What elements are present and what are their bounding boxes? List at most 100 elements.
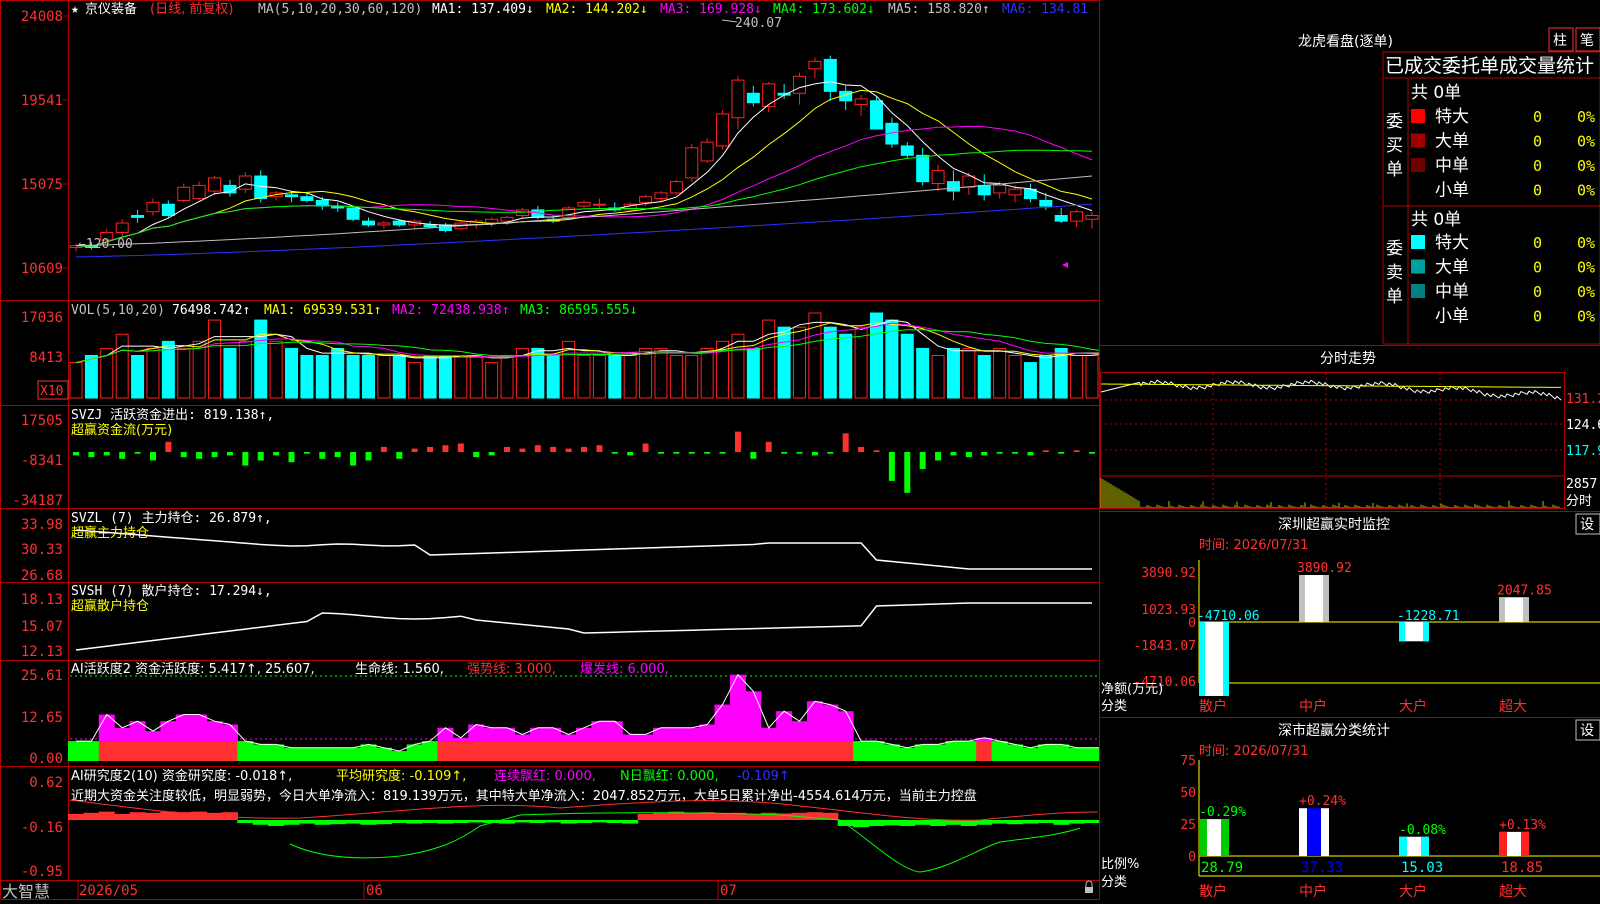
classify-category: 大户 bbox=[1399, 883, 1427, 900]
classify-bar-edge bbox=[1399, 837, 1407, 856]
activity-bar bbox=[314, 748, 330, 761]
flow-bar bbox=[489, 452, 495, 455]
monitor-bar-edge bbox=[1423, 622, 1429, 641]
flow-bar bbox=[289, 452, 295, 462]
monitor-bar-edge bbox=[1323, 575, 1329, 622]
research-bar bbox=[1084, 820, 1100, 823]
flow-bar bbox=[150, 452, 156, 461]
vol-params: VOL(5,10,20) bbox=[71, 303, 165, 318]
flow-bar bbox=[196, 452, 202, 459]
activity-bar bbox=[622, 734, 638, 741]
ai-header: AI活跃度2 资金活跃度: 5.417↑, 25.607, 生命线: 1.560… bbox=[71, 661, 669, 677]
activity-bar bbox=[345, 748, 361, 761]
activity-bar bbox=[668, 741, 684, 761]
research-bar bbox=[299, 820, 315, 824]
research-bar bbox=[622, 820, 638, 824]
vol-tick: 2857 bbox=[1566, 477, 1597, 492]
axis-tick: 0 bbox=[1188, 616, 1196, 631]
candle-body bbox=[994, 185, 1006, 193]
candle-body bbox=[640, 197, 652, 203]
activity-bar bbox=[761, 741, 777, 761]
candle-body bbox=[855, 99, 867, 105]
btn-column-label[interactable]: 柱 bbox=[1553, 33, 1567, 49]
activity-bar bbox=[130, 741, 146, 761]
ai-strong: 强势线: 3.000, bbox=[467, 661, 556, 677]
candle-body bbox=[162, 204, 174, 215]
research-bar bbox=[237, 820, 253, 823]
activity-bar bbox=[715, 741, 731, 761]
sell-row-name: 特大 bbox=[1435, 233, 1469, 253]
volume-bar bbox=[855, 327, 867, 398]
flow-bar bbox=[812, 452, 818, 455]
research-bar bbox=[330, 820, 346, 824]
flow-bar bbox=[550, 447, 556, 452]
activity-bar bbox=[299, 748, 315, 761]
ma-lines bbox=[76, 82, 1092, 257]
classify-bar-edge bbox=[1299, 808, 1307, 856]
activity-bar bbox=[99, 741, 115, 761]
chart-canvas[interactable]: ★ 京仪装备 (日线, 前复权) MA(5,10,20,30,60,120) M… bbox=[0, 0, 1600, 900]
volume-bar bbox=[1040, 356, 1052, 399]
sell-row-name: 小单 bbox=[1435, 307, 1469, 327]
period-label[interactable]: (日线, 前复权) bbox=[150, 1, 233, 17]
low-annotation: ←120.00 bbox=[78, 237, 133, 252]
flow-bar bbox=[658, 452, 664, 454]
ai-burst: 爆发线: 6.000, bbox=[580, 661, 669, 677]
candle-body bbox=[378, 223, 390, 225]
flow-bar bbox=[904, 452, 910, 493]
candle-body bbox=[255, 176, 267, 199]
btn-stroke-label[interactable]: 笔 bbox=[1580, 33, 1594, 49]
activity-bar bbox=[191, 715, 207, 742]
axis-tick: 10609 bbox=[21, 261, 63, 277]
research-bar bbox=[1022, 820, 1038, 824]
vol-unit: X10 bbox=[40, 384, 63, 399]
lhb-swatch bbox=[1411, 284, 1425, 298]
research-bar bbox=[930, 820, 946, 826]
research-bar bbox=[853, 820, 869, 827]
buy-row-pct: 0% bbox=[1577, 108, 1595, 126]
volume-bar bbox=[1071, 356, 1083, 399]
flow-bar bbox=[1089, 452, 1095, 454]
svsh-subtitle: 超赢散户持仓 bbox=[71, 598, 149, 614]
flow-bar bbox=[181, 452, 187, 457]
activity-bar bbox=[776, 711, 792, 741]
classify-settings-label[interactable]: 设 bbox=[1580, 723, 1594, 739]
price-tick: 124.6 bbox=[1566, 418, 1600, 433]
activity-bar bbox=[591, 741, 607, 761]
star-icon: ★ bbox=[71, 2, 79, 17]
activity-bar bbox=[1053, 744, 1069, 761]
lock-icon[interactable] bbox=[1085, 881, 1093, 893]
volume-bar bbox=[393, 356, 405, 399]
axis-tick: -34187 bbox=[12, 493, 63, 509]
activity-bar bbox=[684, 741, 700, 761]
monitor-settings-label[interactable]: 设 bbox=[1580, 517, 1594, 533]
flow-bar bbox=[935, 452, 941, 461]
volume-bar bbox=[486, 363, 498, 398]
activity-bar bbox=[207, 741, 223, 761]
volume-bar bbox=[255, 320, 267, 398]
intraday-title: 分时走势 bbox=[1320, 351, 1376, 367]
candle-body bbox=[301, 197, 313, 201]
research-bar bbox=[976, 820, 992, 825]
date-tick: 06 bbox=[366, 883, 383, 899]
candle-body bbox=[209, 178, 221, 191]
monitor-category: 散户 bbox=[1199, 698, 1227, 715]
monitor-bar-edge bbox=[1199, 622, 1205, 696]
flow-bar bbox=[766, 442, 772, 452]
stock-name[interactable]: 京仪装备 bbox=[85, 1, 137, 17]
activity-bar bbox=[222, 741, 238, 761]
candle-body bbox=[809, 61, 821, 69]
activity-bar bbox=[945, 741, 961, 761]
ai-lifeline: 生命线: 1.560, bbox=[355, 661, 444, 677]
research-bar bbox=[1069, 820, 1085, 824]
date-tick: 07 bbox=[720, 883, 737, 899]
volume-bar bbox=[824, 327, 836, 398]
candle-body bbox=[686, 148, 698, 178]
candlesticks[interactable] bbox=[70, 56, 1098, 252]
flow-bar bbox=[873, 450, 879, 452]
flow-bar bbox=[997, 452, 1003, 454]
flow-bar bbox=[1027, 452, 1033, 455]
axis-tick: 19541 bbox=[21, 93, 63, 109]
research-bar bbox=[130, 812, 146, 820]
flow-bar bbox=[596, 445, 602, 452]
